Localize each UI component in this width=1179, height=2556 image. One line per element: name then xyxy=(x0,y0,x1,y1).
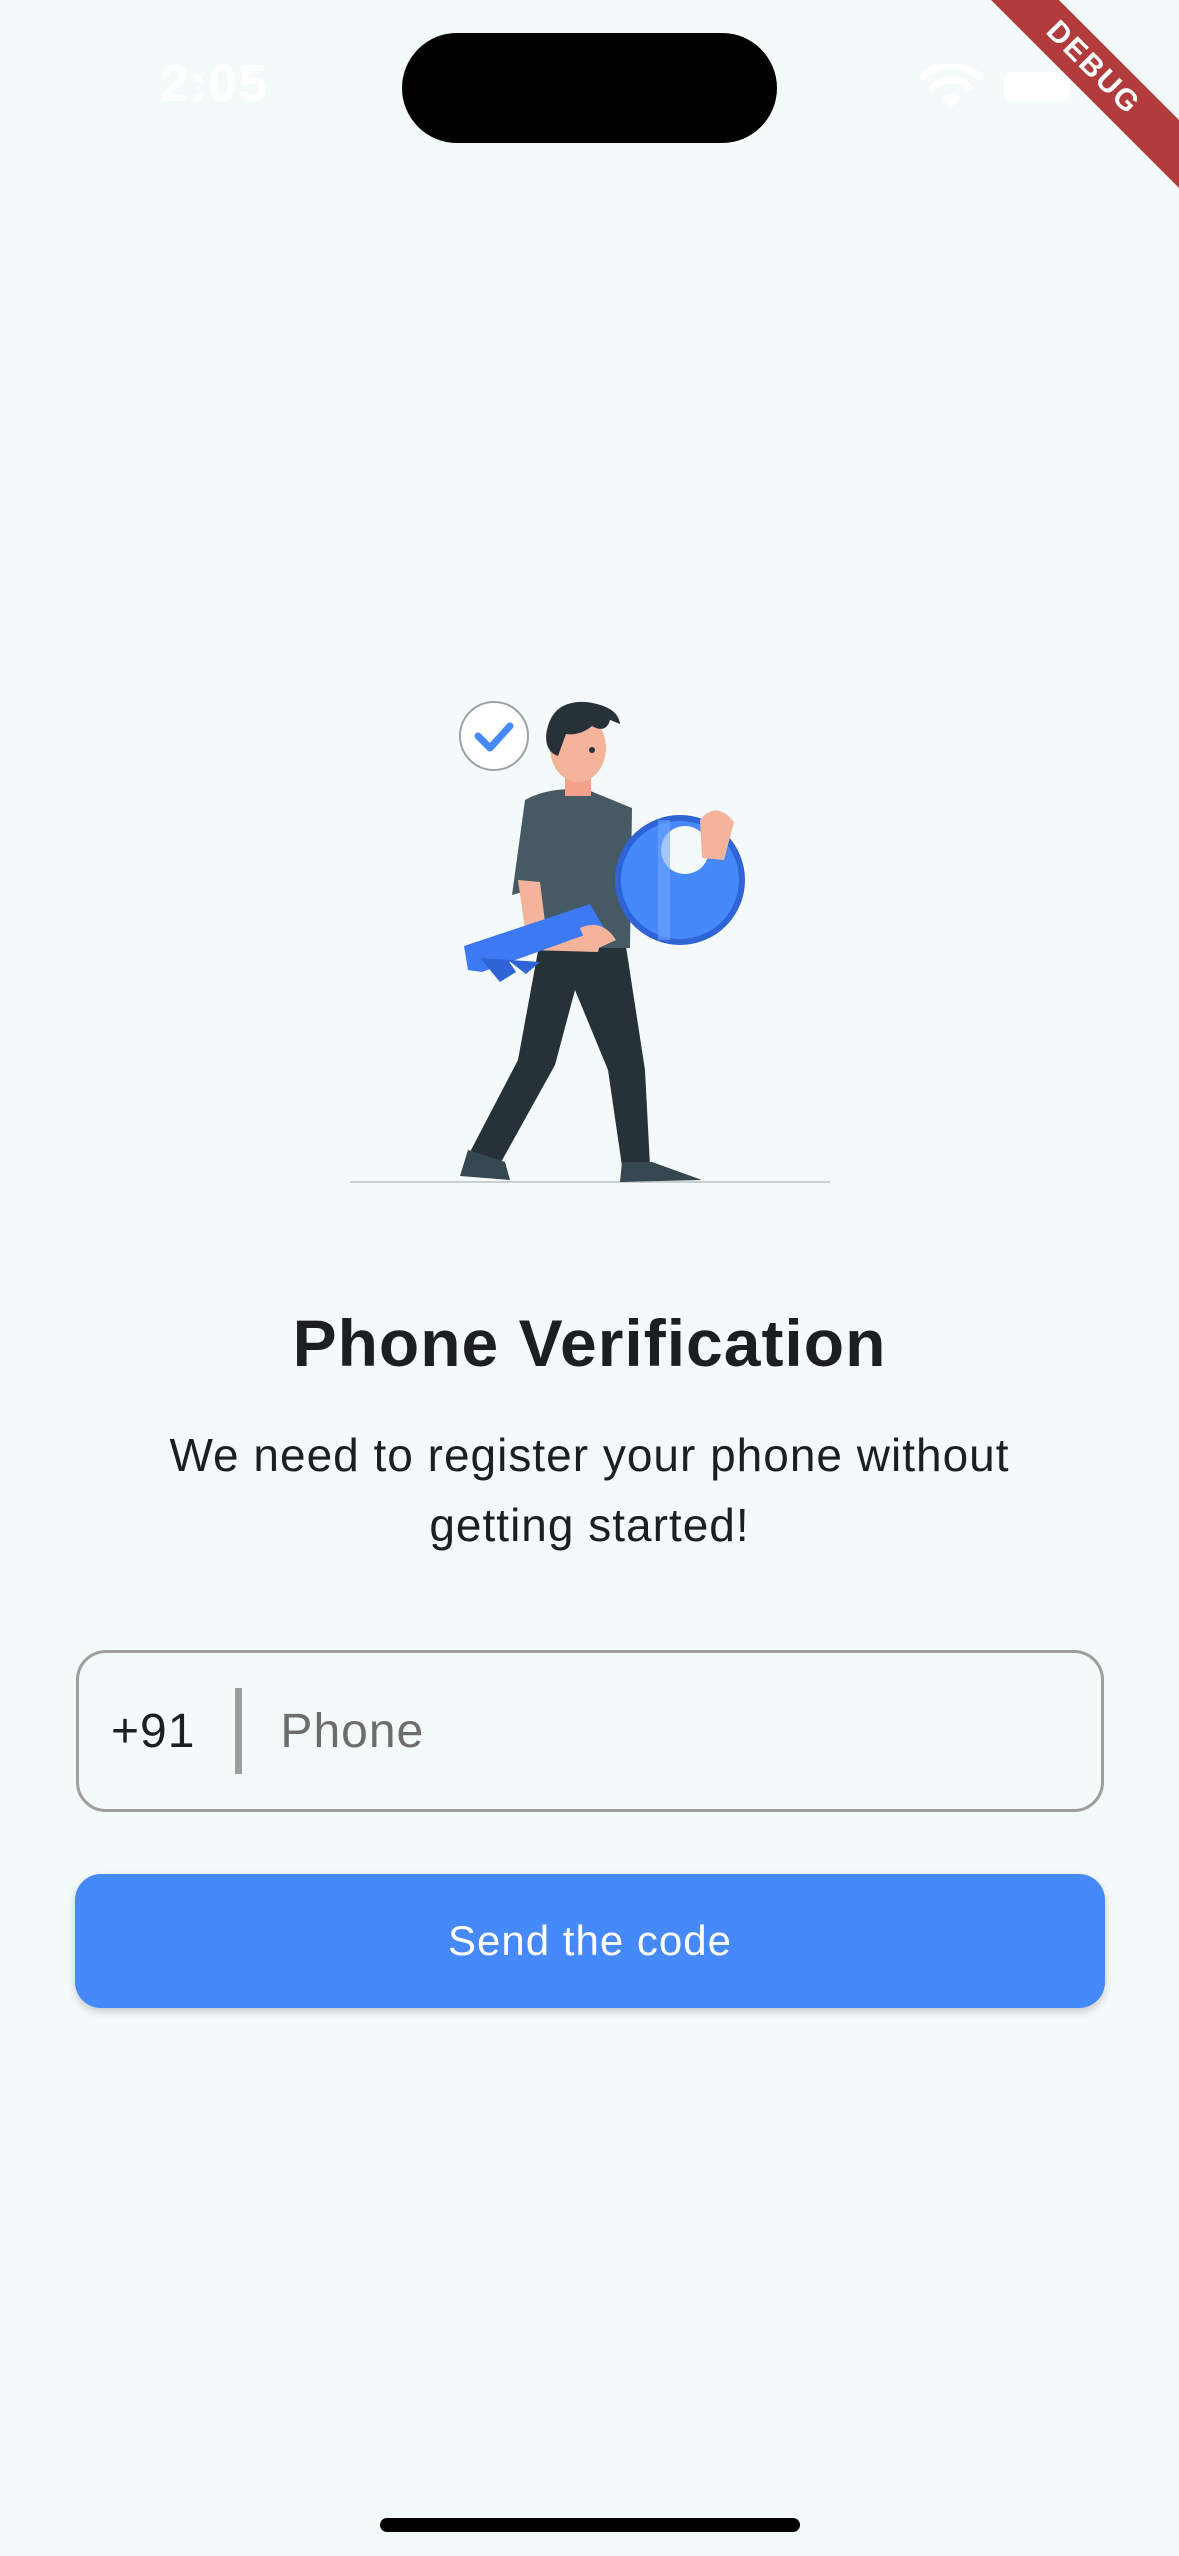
debug-banner-label: DEBUG xyxy=(979,0,1179,192)
phone-input[interactable] xyxy=(280,1653,1101,1809)
field-divider xyxy=(235,1688,243,1774)
status-time: 2:05 xyxy=(160,55,269,113)
phone-verification-screen: 2:05 DEBUG Phone Verification We need to… xyxy=(0,0,1179,2556)
debug-banner: DEBUG xyxy=(979,0,1179,200)
wifi-icon xyxy=(919,64,983,108)
country-code: +91 xyxy=(111,1704,196,1758)
page-subtitle: We need to register your phone without g… xyxy=(169,1429,1010,1551)
checkmark-icon xyxy=(459,701,529,771)
phone-field[interactable]: +91 xyxy=(76,1650,1104,1812)
dynamic-island xyxy=(402,33,777,143)
person-carrying-key-illustration xyxy=(350,701,830,1183)
send-code-button[interactable]: Send the code xyxy=(75,1874,1105,2008)
home-indicator xyxy=(380,2518,800,2532)
page-title: Phone Verification xyxy=(292,1306,887,1380)
